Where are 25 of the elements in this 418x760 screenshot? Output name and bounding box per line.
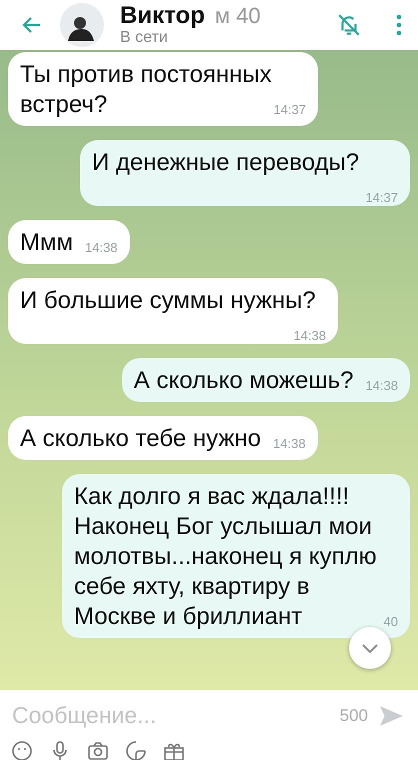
smiley-icon[interactable] bbox=[10, 739, 34, 760]
muted-bell-icon[interactable] bbox=[336, 12, 362, 38]
message-time: 14:37 bbox=[365, 190, 398, 206]
message-time: 14:38 bbox=[293, 328, 326, 344]
sticker-icon[interactable] bbox=[124, 739, 148, 760]
message-text: Ты против постоянных встреч? bbox=[20, 61, 272, 118]
message-text: Ммм bbox=[20, 229, 73, 256]
message-time: 40 bbox=[384, 614, 398, 630]
message-time: 14:38 bbox=[85, 240, 118, 256]
contact-name: Виктор bbox=[120, 4, 205, 28]
camera-icon[interactable] bbox=[86, 739, 110, 760]
contact-info: м 40 bbox=[214, 5, 261, 27]
message-text: И большие суммы нужны? bbox=[20, 287, 316, 314]
message-input-field[interactable]: Сообщение... bbox=[12, 698, 330, 733]
message-text: А сколько тебе нужно bbox=[20, 425, 262, 452]
more-options-icon[interactable] bbox=[396, 13, 402, 37]
message-text: И денежные переводы? bbox=[92, 149, 360, 176]
message-time: 14:38 bbox=[273, 436, 306, 452]
message-text: А сколько можешь? bbox=[134, 367, 354, 394]
message-time: 14:37 bbox=[273, 102, 306, 118]
online-status: В сети bbox=[120, 30, 169, 46]
message-text: Как долго я вас ждала!!!! Наконец Бог услышал мои молотвы...наконец я куплю себе яхту, квартиру в Москве и бриллиант bbox=[74, 483, 377, 630]
message-time: 14:38 bbox=[365, 378, 398, 394]
character-counter: 500 bbox=[340, 706, 368, 726]
avatar[interactable] bbox=[60, 3, 104, 47]
